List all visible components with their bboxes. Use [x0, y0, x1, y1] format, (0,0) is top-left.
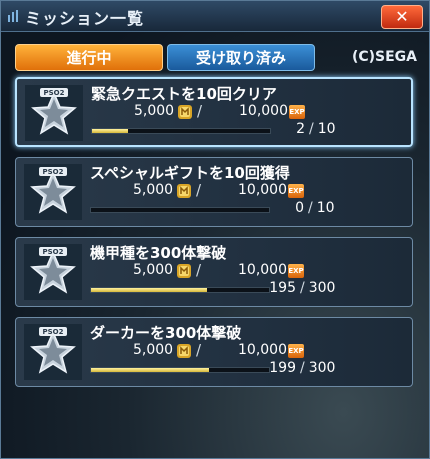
reward-separator: / [196, 341, 202, 359]
window-icon [8, 10, 18, 22]
meseta-icon [177, 264, 191, 278]
mission-card[interactable]: PSO2 機甲種を300体撃破 5,000 / 10,000 EXP 195/3… [15, 237, 413, 307]
progress-count: 0/10 [288, 200, 335, 216]
star-badge-icon: PSO2 [24, 244, 82, 300]
reward-separator: / [196, 181, 202, 199]
meseta-icon [177, 344, 191, 358]
mission-title: 緊急クエストを10回クリア [91, 85, 277, 103]
close-button[interactable]: ✕ [381, 5, 423, 29]
progress-total: 10 [317, 121, 336, 137]
meseta-reward: 5,000 [133, 262, 174, 278]
progress-total: 300 [308, 280, 336, 296]
exp-icon: EXP [288, 184, 304, 198]
progress-separator: / [309, 121, 314, 137]
exp-reward: 10,000 [238, 262, 287, 278]
progress-current: 199 [269, 360, 296, 376]
exp-reward: 10,000 [238, 342, 287, 358]
exp-icon: EXP [289, 105, 305, 119]
progress-fill [91, 368, 209, 372]
progress-current: 195 [269, 280, 296, 296]
mission-card[interactable]: PSO2 スペシャルギフトを10回獲得 5,000 / 10,000 EXP 0… [15, 157, 413, 227]
progress-total: 300 [308, 360, 336, 376]
progress-separator: / [300, 360, 305, 376]
progress-fill [92, 129, 128, 133]
progress-total: 10 [316, 200, 335, 216]
exp-reward: 10,000 [238, 182, 287, 198]
mission-card[interactable]: PSO2 緊急クエストを10回クリア 5,000 / 10,000 EXP 2/… [15, 77, 413, 147]
svg-text:PSO2: PSO2 [44, 89, 65, 97]
progress-separator: / [300, 280, 305, 296]
mission-list-window: ミッション一覧 ✕ 進行中 受け取り済み (C)SEGA PSO2 緊急クエスト… [0, 0, 430, 459]
progress-bar [90, 367, 270, 373]
reward-separator: / [197, 102, 203, 120]
meseta-icon [177, 184, 191, 198]
mission-title: スペシャルギフトを10回獲得 [90, 164, 290, 182]
mission-title: 機甲種を300体撃破 [90, 244, 227, 262]
progress-current: 2 [296, 121, 305, 137]
meseta-reward: 5,000 [133, 342, 174, 358]
svg-text:PSO2: PSO2 [43, 168, 64, 176]
progress-bar [90, 287, 270, 293]
star-badge-icon: PSO2 [24, 164, 82, 220]
star-badge-icon: PSO2 [25, 85, 83, 141]
progress-separator: / [308, 200, 313, 216]
svg-text:PSO2: PSO2 [43, 248, 64, 256]
exp-icon: EXP [288, 264, 304, 278]
reward-separator: / [196, 261, 202, 279]
tab-in-progress[interactable]: 進行中 [15, 44, 163, 71]
title-bar: ミッション一覧 ✕ [1, 1, 429, 32]
meseta-icon [178, 105, 192, 119]
svg-text:PSO2: PSO2 [43, 328, 64, 336]
progress-bar [91, 128, 271, 134]
exp-icon: EXP [288, 344, 304, 358]
star-badge-icon: PSO2 [24, 324, 82, 380]
window-title: ミッション一覧 [25, 9, 145, 28]
progress-current: 0 [295, 200, 304, 216]
progress-count: 199/300 [266, 360, 335, 376]
copyright-text: (C)SEGA [351, 49, 417, 65]
tab-received[interactable]: 受け取り済み [167, 44, 315, 71]
progress-count: 2/10 [289, 121, 336, 137]
progress-count: 195/300 [266, 280, 335, 296]
mission-card[interactable]: PSO2 ダーカーを300体撃破 5,000 / 10,000 EXP 199/… [15, 317, 413, 387]
mission-title: ダーカーを300体撃破 [90, 324, 242, 342]
meseta-reward: 5,000 [134, 103, 175, 119]
progress-bar [90, 207, 270, 213]
progress-fill [91, 288, 207, 292]
exp-reward: 10,000 [239, 103, 288, 119]
meseta-reward: 5,000 [133, 182, 174, 198]
